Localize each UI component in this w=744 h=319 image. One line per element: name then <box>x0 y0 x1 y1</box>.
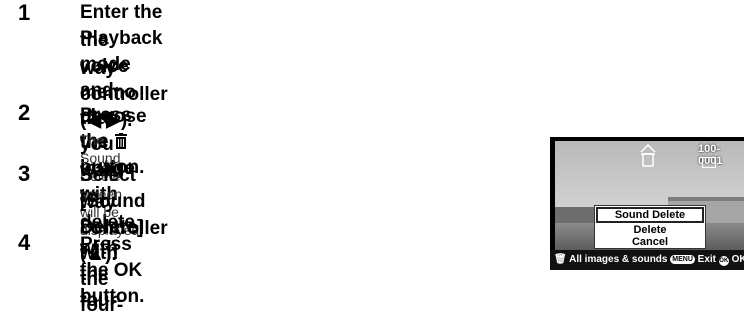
all-images-label: All images & sounds <box>569 254 668 265</box>
ok-label: OK <box>731 254 744 265</box>
step-number: 3 <box>18 161 31 186</box>
menu-item-sound-delete[interactable]: Sound Delete <box>596 207 704 223</box>
step-number: 1 <box>18 0 31 25</box>
menu-key-badge: MENU <box>670 255 695 264</box>
exit-label: Exit <box>697 254 717 265</box>
sound-delete-menu: Sound Delete Delete Cancel <box>594 205 706 249</box>
trash-icon: 🗑 <box>554 254 567 265</box>
voice-memo-icon <box>702 157 716 168</box>
step-number: 2 <box>18 100 31 125</box>
delete-icon <box>640 143 656 167</box>
bottom-bar: 🗑 All images & sounds MENU Exit OK OK <box>550 250 744 270</box>
step-number: 4 <box>18 230 31 255</box>
step-text-line: Press the OK button. <box>80 234 145 307</box>
menu-item-cancel[interactable]: Cancel <box>595 236 705 248</box>
menu-item-delete[interactable]: Delete <box>595 224 705 236</box>
camera-screen: 100-0001 Sound Delete Delete Cancel 🗑 Al… <box>550 137 744 270</box>
ok-key-badge: OK <box>718 256 729 266</box>
